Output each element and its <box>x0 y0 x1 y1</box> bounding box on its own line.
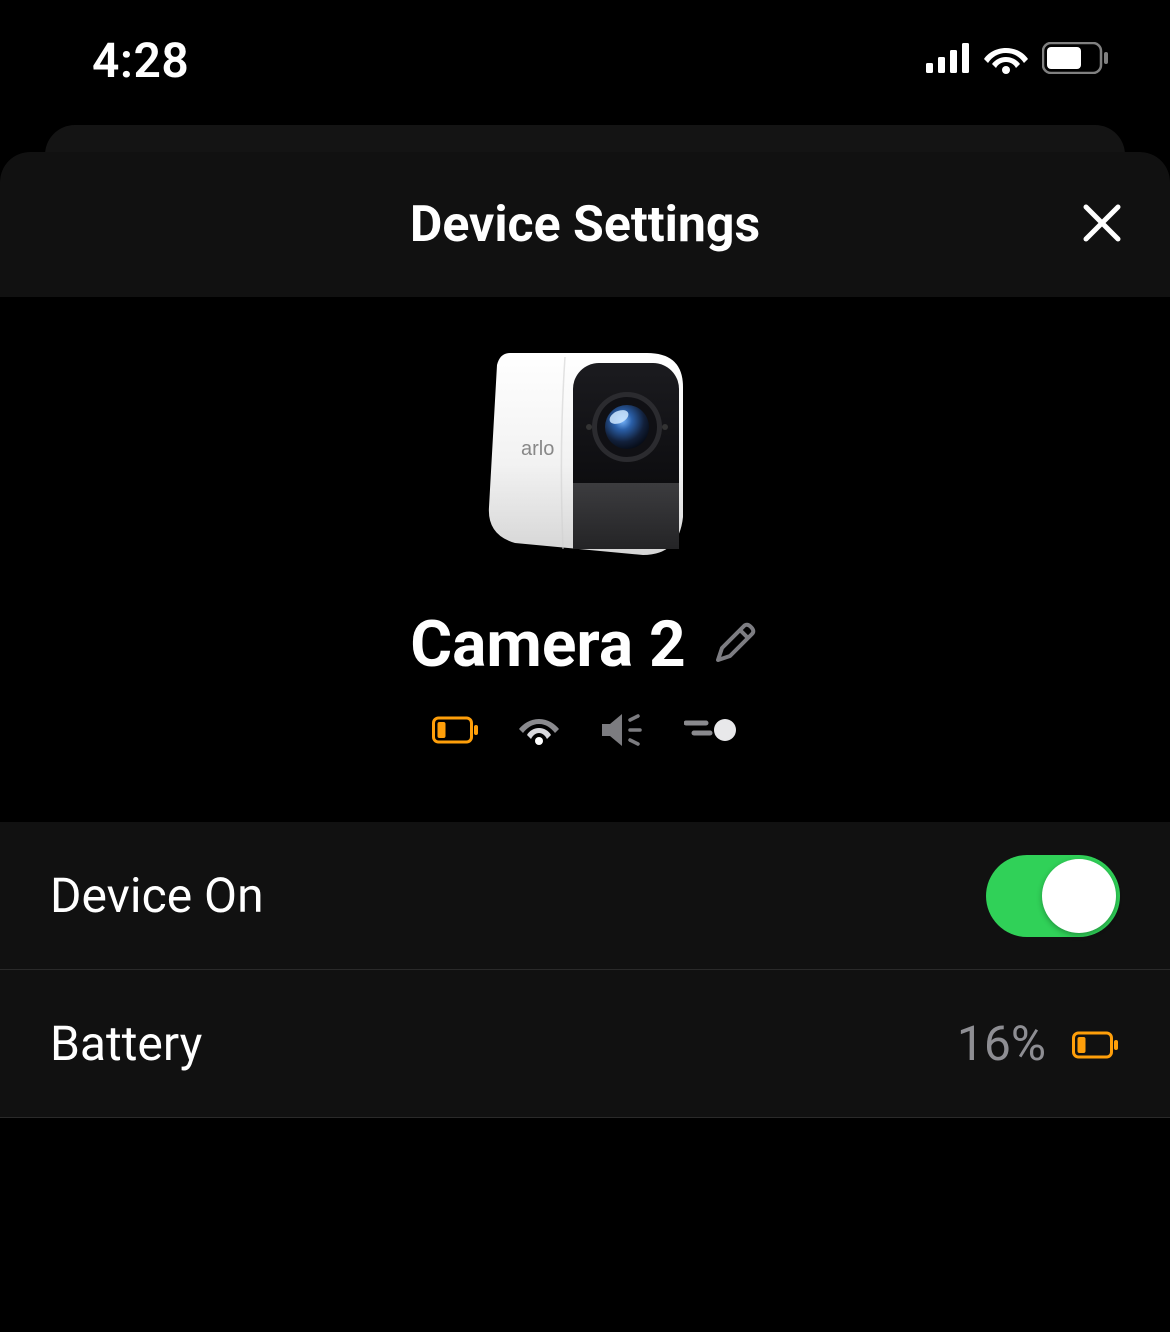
wifi-icon <box>984 42 1028 78</box>
status-icons <box>926 42 1110 78</box>
cellular-icon <box>926 43 970 77</box>
battery-low-icon <box>432 715 480 749</box>
close-icon <box>1080 201 1124 249</box>
device-on-toggle[interactable] <box>986 855 1120 937</box>
device-name-row: Camera 2 <box>410 607 759 682</box>
battery-low-icon <box>1072 1015 1120 1072</box>
device-on-row: Device On <box>0 822 1170 970</box>
device-hero: arlo Camera 2 <box>0 297 1170 822</box>
status-time: 4:28 <box>92 32 189 89</box>
battery-percent: 16% <box>957 1015 1046 1072</box>
settings-list: Device On Battery 16% <box>0 822 1170 1118</box>
status-bar: 4:28 <box>0 0 1170 120</box>
close-button[interactable] <box>1072 195 1132 255</box>
device-brand: arlo <box>521 438 554 460</box>
battery-row[interactable]: Battery 16% <box>0 970 1170 1118</box>
device-image: arlo <box>455 327 715 567</box>
motion-icon <box>684 716 738 748</box>
wifi-signal-icon <box>518 714 560 750</box>
toggle-knob <box>1042 859 1116 933</box>
battery-value: 16% <box>957 1015 1120 1072</box>
pencil-icon <box>710 653 760 672</box>
device-name: Camera 2 <box>410 607 685 682</box>
speaker-icon <box>598 712 646 752</box>
device-status-row <box>432 712 738 752</box>
edit-name-button[interactable] <box>710 618 760 672</box>
battery-icon <box>1042 42 1110 78</box>
battery-label: Battery <box>50 1015 202 1072</box>
sheet-title: Device Settings <box>410 196 760 254</box>
sheet-header: Device Settings <box>0 152 1170 297</box>
device-on-label: Device On <box>50 867 264 924</box>
device-settings-sheet: Device Settings <box>0 152 1170 1332</box>
